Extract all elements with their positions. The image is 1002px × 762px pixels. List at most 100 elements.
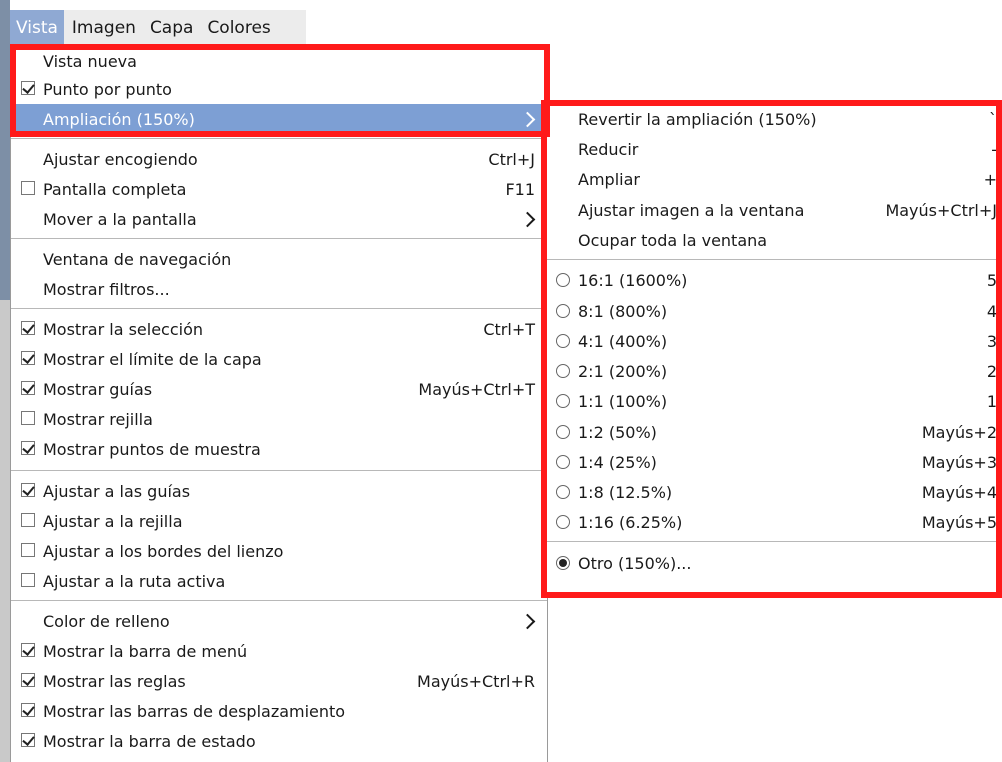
menu-item-mover-a-la-pantalla[interactable]: Mover a la pantalla: [11, 204, 547, 234]
checkbox-icon[interactable]: [21, 321, 35, 335]
checkbox-icon[interactable]: [21, 543, 35, 557]
menu-item-label: 2:1 (200%): [578, 361, 668, 381]
chevron-right-icon: [519, 211, 536, 228]
zoom-item-16-1-1600[interactable]: 16:1 (1600%) 5: [546, 265, 1002, 295]
menu-item-shortcut: Ctrl+T: [483, 319, 535, 339]
radio-icon[interactable]: [556, 334, 570, 348]
menu-item-label: Ajustar imagen a la ventana: [578, 200, 805, 220]
zoom-item-4-1-400[interactable]: 4:1 (400%) 3: [546, 326, 1002, 356]
radio-icon[interactable]: [556, 364, 570, 378]
menu-item-mostrar-filtros[interactable]: Mostrar filtros...: [11, 274, 547, 304]
chevron-right-icon: [519, 111, 536, 128]
checkbox-icon[interactable]: [21, 181, 35, 195]
menu-item-ampliacion-150[interactable]: Ampliación (150%): [11, 104, 547, 134]
checkbox-icon[interactable]: [21, 573, 35, 587]
radio-icon[interactable]: [556, 273, 570, 287]
zoom-item-reducir[interactable]: Reducir -: [546, 134, 1002, 164]
checkbox-icon[interactable]: [21, 513, 35, 527]
menu-item-ajustar-a-la-ruta-activa[interactable]: Ajustar a la ruta activa: [11, 566, 547, 596]
radio-icon[interactable]: [556, 425, 570, 439]
menubar: Vista Imagen Capa Colores: [10, 10, 306, 47]
radio-icon[interactable]: [556, 556, 570, 570]
menu-item-mostrar-rejilla[interactable]: Mostrar rejilla: [11, 404, 547, 434]
zoom-item-2-1-200[interactable]: 2:1 (200%) 2: [546, 356, 1002, 386]
menubar-imagen[interactable]: Imagen: [66, 10, 142, 46]
menubar-colores[interactable]: Colores: [201, 10, 276, 46]
menu-item-label: Ajustar a la ruta activa: [43, 571, 226, 591]
menu-item-label: 16:1 (1600%): [578, 270, 688, 290]
checkbox-icon[interactable]: [21, 411, 35, 425]
menu-item-ajustar-encogiendo[interactable]: Ajustar encogiendo Ctrl+J: [11, 144, 547, 174]
menu-separator: [546, 259, 1002, 260]
menu-item-label: Ampliación (150%): [43, 109, 195, 129]
zoom-item-otro-150[interactable]: Otro (150%)...: [546, 548, 1002, 578]
menu-item-vista-nueva[interactable]: Vista nueva: [11, 46, 547, 76]
menu-item-label: Pantalla completa: [43, 179, 187, 199]
menu-item-label: Ajustar a la rejilla: [43, 511, 183, 531]
menu-item-mostrar-las-barras-de-desplazamiento[interactable]: Mostrar las barras de desplazamiento: [11, 696, 547, 726]
checkbox-icon[interactable]: [21, 441, 35, 455]
menu-item-mostrar-la-barra-de-estado[interactable]: Mostrar la barra de estado: [11, 726, 547, 756]
menu-item-ajustar-a-la-rejilla[interactable]: Ajustar a la rejilla: [11, 506, 547, 536]
menu-item-mostrar-guias[interactable]: Mostrar guías Mayús+Ctrl+T: [11, 374, 547, 404]
menu-item-shortcut: `: [989, 109, 997, 129]
menu-item-shortcut: 4: [986, 301, 997, 321]
checkbox-icon[interactable]: [21, 733, 35, 747]
menu-item-label: 1:2 (50%): [578, 422, 657, 442]
menu-item-shortcut: 3: [986, 331, 997, 351]
menu-item-shortcut: Mayús+3: [921, 452, 997, 472]
radio-icon[interactable]: [556, 394, 570, 408]
menu-item-mostrar-la-barra-de-menu[interactable]: Mostrar la barra de menú: [11, 636, 547, 666]
menubar-vista[interactable]: Vista: [10, 10, 64, 46]
menu-item-shortcut: F11: [505, 179, 535, 199]
menu-item-label: Mostrar filtros...: [43, 279, 170, 299]
menu-item-shortcut: 5: [986, 270, 997, 290]
menu-item-ajustar-a-las-guias[interactable]: Ajustar a las guías: [11, 476, 547, 506]
zoom-item-ajustar-imagen-a-la-ventana[interactable]: Ajustar imagen a la ventana Mayús+Ctrl+J: [546, 195, 1002, 225]
checkbox-icon[interactable]: [21, 381, 35, 395]
zoom-item-8-1-800[interactable]: 8:1 (800%) 4: [546, 296, 1002, 326]
zoom-item-1-1-100[interactable]: 1:1 (100%) 1: [546, 386, 1002, 416]
menu-item-label: Mostrar las barras de desplazamiento: [43, 701, 346, 721]
menu-item-punto-por-punto[interactable]: Punto por punto: [11, 74, 547, 104]
menu-item-label: Mostrar la selección: [43, 319, 204, 339]
menu-item-ajustar-a-los-bordes-del-lienzo[interactable]: Ajustar a los bordes del lienzo: [11, 536, 547, 566]
menu-item-color-de-relleno[interactable]: Color de relleno: [11, 606, 547, 636]
menu-item-label: Mostrar puntos de muestra: [43, 439, 261, 459]
menu-item-ventana-de-navegacion[interactable]: Ventana de navegación: [11, 244, 547, 274]
checkbox-icon[interactable]: [21, 643, 35, 657]
zoom-item-1-2-50[interactable]: 1:2 (50%) Mayús+2: [546, 417, 1002, 447]
menu-separator: [11, 600, 547, 601]
menubar-capa[interactable]: Capa: [144, 10, 200, 46]
menu-item-mostrar-el-limite-de-la-capa[interactable]: Mostrar el límite de la capa: [11, 344, 547, 374]
menu-item-shortcut: Mayús+Ctrl+R: [417, 671, 535, 691]
menu-item-shortcut: 1: [986, 391, 997, 411]
menu-item-label: Punto por punto: [43, 79, 172, 99]
menu-item-label: 1:8 (12.5%): [578, 482, 673, 502]
zoom-item-1-4-25[interactable]: 1:4 (25%) Mayús+3: [546, 447, 1002, 477]
radio-icon[interactable]: [556, 304, 570, 318]
checkbox-icon[interactable]: [21, 351, 35, 365]
checkbox-icon[interactable]: [21, 483, 35, 497]
zoom-item-revertir-la-ampliacion-150[interactable]: Revertir la ampliación (150%) `: [546, 104, 1002, 134]
zoom-item-1-8-12-5[interactable]: 1:8 (12.5%) Mayús+4: [546, 477, 1002, 507]
radio-icon[interactable]: [556, 455, 570, 469]
menu-separator: [11, 238, 547, 239]
radio-icon[interactable]: [556, 485, 570, 499]
menu-item-label: Mostrar guías: [43, 379, 153, 399]
zoom-item-ampliar[interactable]: Ampliar +: [546, 164, 1002, 194]
checkbox-icon[interactable]: [21, 703, 35, 717]
menu-item-shortcut: -: [991, 139, 997, 159]
menu-item-shortcut: Mayús+5: [921, 512, 997, 532]
menu-item-mostrar-puntos-de-muestra[interactable]: Mostrar puntos de muestra: [11, 434, 547, 464]
menu-item-mostrar-la-seleccion[interactable]: Mostrar la selección Ctrl+T: [11, 314, 547, 344]
radio-icon[interactable]: [556, 515, 570, 529]
checkbox-icon[interactable]: [21, 81, 35, 95]
zoom-item-ocupar-toda-la-ventana[interactable]: Ocupar toda la ventana: [546, 225, 1002, 255]
checkbox-icon[interactable]: [21, 673, 35, 687]
menu-item-pantalla-completa[interactable]: Pantalla completa F11: [11, 174, 547, 204]
zoom-item-1-16-6-25[interactable]: 1:16 (6.25%) Mayús+5: [546, 507, 1002, 537]
menu-item-label: Otro (150%)...: [578, 553, 692, 573]
menu-item-mostrar-las-reglas[interactable]: Mostrar las reglas Mayús+Ctrl+R: [11, 666, 547, 696]
menu-item-label: Mostrar las reglas: [43, 671, 186, 691]
